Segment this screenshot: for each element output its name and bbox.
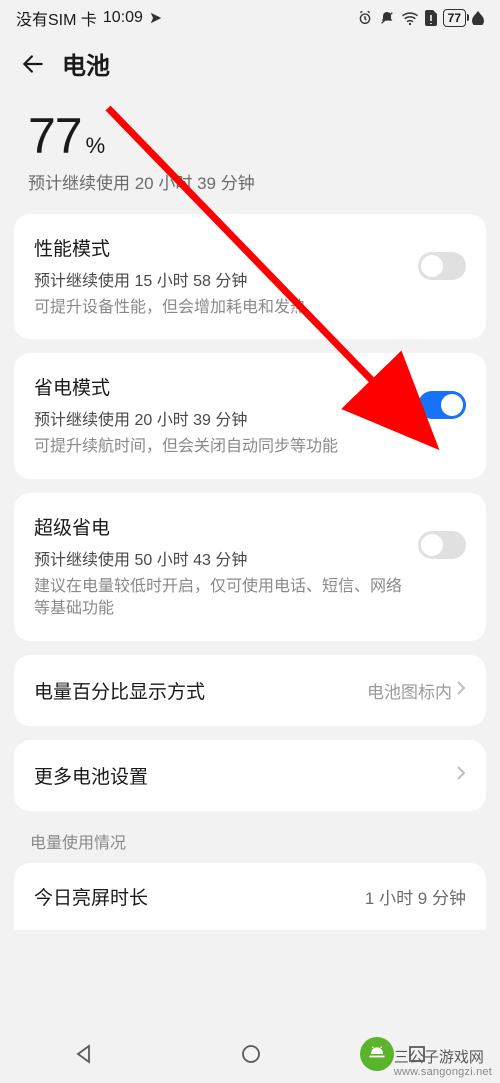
watermark-text: 三公子游戏网 www.sangongzi.net (394, 1049, 492, 1079)
screen-on-row[interactable]: 今日亮屏时长 1 小时 9 分钟 (14, 863, 486, 930)
chevron-right-icon (456, 765, 466, 786)
watermark-url: www.sangongzi.net (394, 1066, 492, 1079)
page-header: 电池 (0, 34, 500, 91)
chevron-right-icon (456, 680, 466, 701)
nav-home-button[interactable] (221, 1034, 281, 1079)
sim-status: 没有SIM 卡 (16, 6, 97, 30)
super-save-mode-desc: 建议在电量较低时开启，仅可使用电话、短信、网络等基础功能 (34, 576, 406, 621)
nav-back-button[interactable] (54, 1034, 114, 1079)
status-time: 10:09 (103, 9, 143, 27)
power-save-mode-toggle[interactable] (418, 391, 466, 419)
battery-hero: 77 % 预计继续使用 20 小时 39 分钟 (0, 91, 500, 200)
battery-percentage: 77 % (28, 107, 472, 165)
battery-estimate: 预计继续使用 20 小时 39 分钟 (28, 169, 472, 194)
battery-percent: 77 (448, 11, 461, 25)
super-save-mode-title: 超级省电 (34, 513, 406, 540)
battery-pct-number: 77 (28, 107, 82, 165)
power-save-mode-desc: 可提升续航时间，但会关闭自动同步等功能 (34, 436, 406, 458)
screen-on-title: 今日亮屏时长 (34, 883, 148, 910)
more-settings-title: 更多电池设置 (34, 762, 148, 789)
power-save-mode-title: 省电模式 (34, 373, 406, 400)
sim-card-icon (425, 10, 437, 26)
wifi-icon (401, 11, 419, 25)
battery-indicator: 77 (443, 9, 466, 27)
performance-mode-card: 性能模式 预计继续使用 15 小时 58 分钟 可提升设备性能，但会增加耗电和发… (14, 214, 486, 339)
percent-display-row[interactable]: 电量百分比显示方式 电池图标内 (14, 655, 486, 726)
percent-display-title: 电量百分比显示方式 (34, 677, 205, 704)
screen-on-value: 1 小时 9 分钟 (365, 884, 466, 909)
signal-icon (149, 11, 163, 25)
percent-display-value: 电池图标内 (367, 678, 452, 703)
super-save-mode-toggle[interactable] (418, 531, 466, 559)
super-save-mode-estimate: 预计继续使用 50 小时 43 分钟 (34, 546, 406, 570)
back-button[interactable] (20, 47, 56, 81)
status-bar: 没有SIM 卡 10:09 77 (0, 0, 500, 34)
page-title: 电池 (62, 46, 110, 81)
status-right: 77 (357, 9, 484, 27)
power-save-mode-card: 省电模式 预计继续使用 20 小时 39 分钟 可提升续航时间，但会关闭自动同步… (14, 353, 486, 478)
leaf-icon (472, 11, 484, 25)
battery-pct-symbol: % (86, 133, 106, 159)
watermark-logo (360, 1037, 394, 1071)
performance-mode-desc: 可提升设备性能，但会增加耗电和发热 (34, 297, 406, 319)
usage-section-label: 电量使用情况 (0, 811, 500, 853)
super-save-mode-card: 超级省电 预计继续使用 50 小时 43 分钟 建议在电量较低时开启，仅可使用电… (14, 493, 486, 641)
power-save-mode-estimate: 预计继续使用 20 小时 39 分钟 (34, 406, 406, 430)
watermark-name: 三公子游戏网 (394, 1049, 492, 1066)
status-left: 没有SIM 卡 10:09 (16, 6, 163, 30)
alarm-icon (357, 10, 373, 26)
more-settings-row[interactable]: 更多电池设置 (14, 740, 486, 811)
percent-display-value-group: 电池图标内 (367, 678, 466, 703)
performance-mode-title: 性能模式 (34, 234, 406, 261)
performance-mode-estimate: 预计继续使用 15 小时 58 分钟 (34, 267, 406, 291)
mute-icon (379, 10, 395, 26)
performance-mode-toggle[interactable] (418, 252, 466, 280)
